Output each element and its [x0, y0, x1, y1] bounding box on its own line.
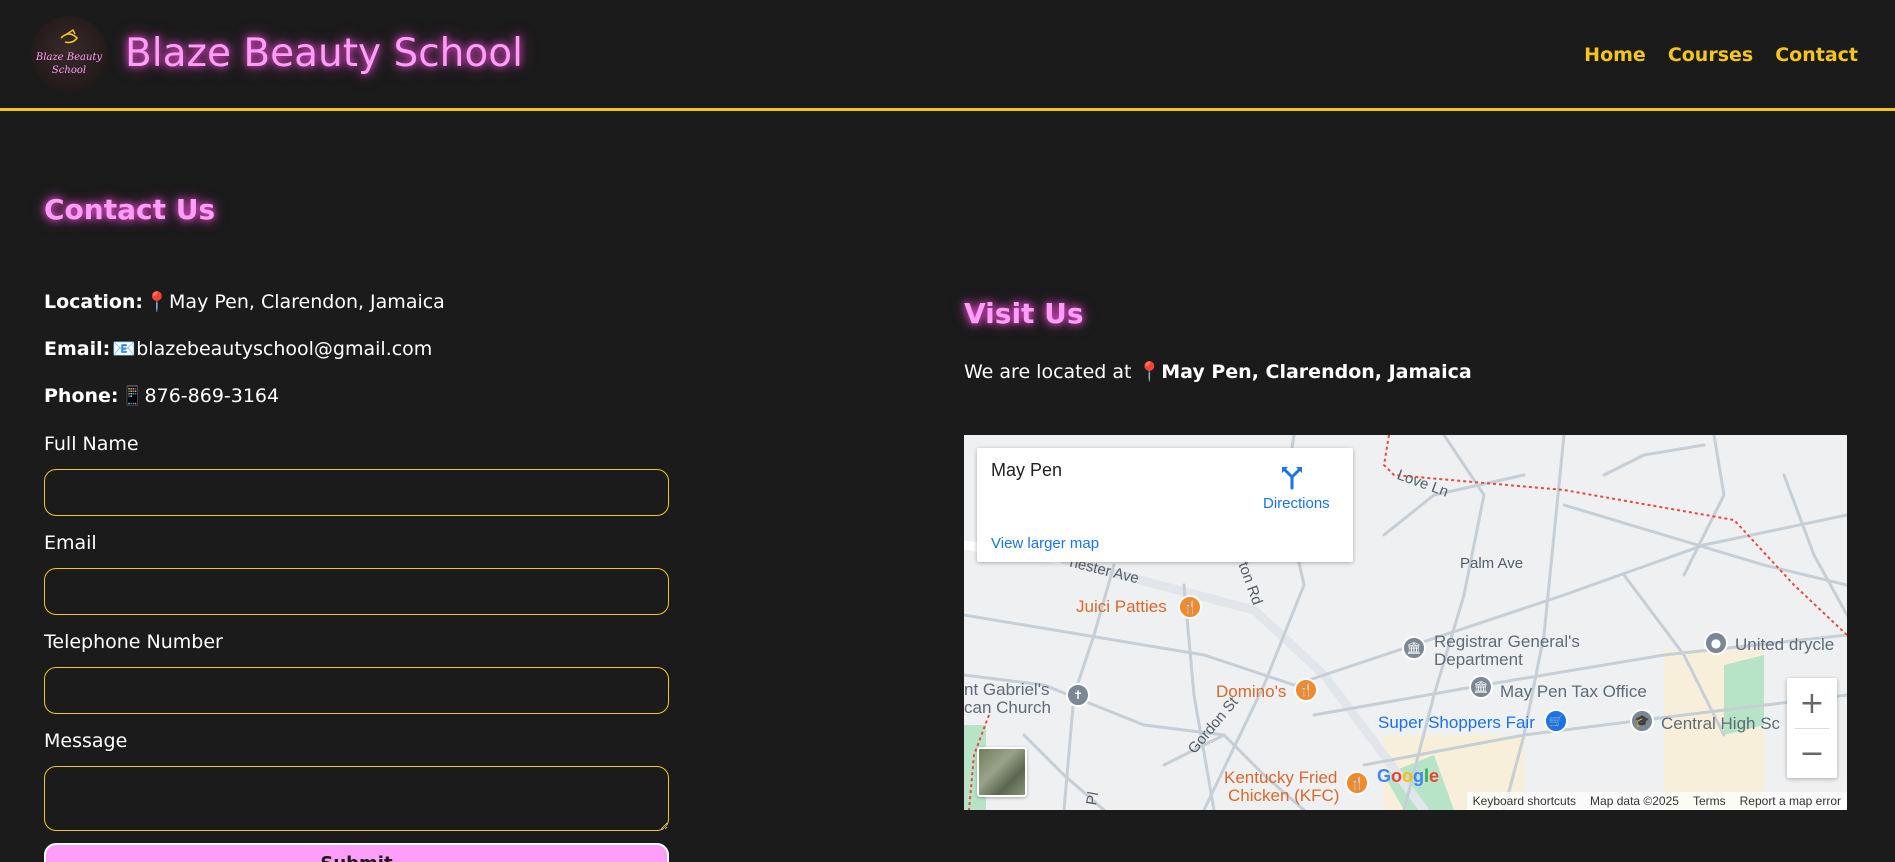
directions-link[interactable]: Directions — [1263, 495, 1330, 512]
report-map-error-link[interactable]: Report a map error — [1740, 794, 1841, 808]
phone-label: Phone: — [44, 385, 119, 407]
site-header: Blaze Beauty School Blaze Beauty School … — [0, 0, 1895, 111]
full-name-input[interactable] — [44, 469, 669, 516]
zoom-in-button[interactable]: + — [1787, 678, 1837, 728]
main-nav: Home Courses Contact — [1584, 44, 1858, 66]
phone-line: Phone: 📱876-869-3164 — [44, 384, 279, 407]
location-pin-icon[interactable]: ● — [1704, 631, 1728, 655]
svg-text:School: School — [52, 65, 86, 76]
phone-icon: 📱 — [120, 385, 145, 407]
map-data-text: Map data ©2025 — [1590, 794, 1679, 808]
location-value: May Pen, Clarendon, Jamaica — [169, 291, 445, 313]
poi-label-united[interactable]: United drycle — [1735, 635, 1834, 655]
location-line: Location: 📍May Pen, Clarendon, Jamaica — [44, 290, 445, 313]
google-logo: Google — [1377, 766, 1440, 786]
road-label-pl: Pl — [1083, 790, 1103, 807]
svg-text:Blaze Beauty: Blaze Beauty — [35, 52, 103, 63]
nav-courses-link[interactable]: Courses — [1668, 44, 1753, 66]
poi-label-registrar-line1[interactable]: Registrar General's — [1434, 632, 1580, 652]
embedded-map[interactable]: Love Ln Palm Ave hester Ave ton Rd Gordo… — [964, 435, 1847, 810]
poi-label-kfc-line2[interactable]: Chicken (KFC) — [1228, 786, 1339, 806]
brand-title[interactable]: Blaze Beauty School — [125, 31, 523, 76]
terms-link[interactable]: Terms — [1693, 794, 1726, 808]
government-pin-icon[interactable]: 🏛 — [1402, 636, 1426, 660]
keyboard-shortcuts-link[interactable]: Keyboard shortcuts — [1473, 794, 1576, 808]
pin-icon: 📍 — [145, 291, 169, 313]
church-pin-icon[interactable]: ✝ — [1066, 683, 1090, 707]
school-pin-icon[interactable]: 🎓 — [1630, 709, 1654, 733]
poi-label-tax-office[interactable]: May Pen Tax Office — [1500, 682, 1647, 702]
map-place-card: May Pen Directions View larger map — [977, 448, 1353, 562]
poi-label-registrar-line2[interactable]: Department — [1434, 650, 1523, 670]
restaurant-pin-icon[interactable]: 🍴 — [1178, 595, 1202, 619]
shopping-cart-pin-icon[interactable]: 🛒 — [1544, 709, 1568, 733]
telephone-input[interactable] — [44, 667, 669, 714]
map-attribution-bar: Keyboard shortcuts Map data ©2025 Terms … — [1466, 792, 1847, 810]
email-input[interactable] — [44, 568, 669, 615]
message-textarea[interactable] — [44, 766, 669, 831]
poi-label-gabriel-line2[interactable]: can Church — [964, 698, 1051, 718]
visit-prefix: We are located at — [964, 361, 1132, 383]
restaurant-pin-icon[interactable]: 🍴 — [1294, 678, 1318, 702]
email-field-label: Email — [44, 532, 97, 554]
submit-button[interactable]: Submit — [44, 843, 669, 862]
school-logo[interactable]: Blaze Beauty School — [31, 16, 107, 92]
visit-heading: Visit Us — [964, 297, 1084, 330]
satellite-toggle-button[interactable] — [977, 747, 1027, 797]
road-label-palm-ave: Palm Ave — [1460, 555, 1524, 572]
zoom-out-button[interactable]: − — [1787, 728, 1837, 778]
nav-home-link[interactable]: Home — [1584, 44, 1646, 66]
poi-label-kfc-line1[interactable]: Kentucky Fried — [1224, 768, 1337, 788]
map-place-name: May Pen — [991, 460, 1063, 480]
email-label: Email: — [44, 338, 111, 360]
poi-label-gabriel-line1[interactable]: nt Gabriel's — [964, 680, 1049, 700]
nav-contact-link[interactable]: Contact — [1775, 44, 1858, 66]
visit-location: May Pen, Clarendon, Jamaica — [1161, 361, 1472, 383]
email-line: Email: 📧blazebeautyschool@gmail.com — [44, 337, 432, 360]
restaurant-pin-icon[interactable]: 🍴 — [1345, 771, 1369, 795]
telephone-label: Telephone Number — [44, 631, 223, 653]
location-label: Location: — [44, 291, 144, 313]
directions-icon[interactable] — [1279, 464, 1305, 490]
poi-label-super-shoppers[interactable]: Super Shoppers Fair — [1378, 713, 1535, 733]
visit-text: We are located at 📍May Pen, Clarendon, J… — [964, 360, 1472, 383]
message-label: Message — [44, 730, 128, 752]
government-pin-icon[interactable]: 🏛 — [1469, 675, 1493, 699]
poi-label-juici-patties[interactable]: Juici Patties — [1076, 597, 1167, 617]
email-icon: 📧 — [112, 338, 136, 360]
phone-value: 876-869-3164 — [144, 385, 280, 407]
poi-label-dominos[interactable]: Domino's — [1216, 682, 1286, 702]
email-value: blazebeautyschool@gmail.com — [136, 338, 433, 360]
view-larger-map-link[interactable]: View larger map — [991, 535, 1099, 552]
zoom-controls: + − — [1787, 678, 1837, 778]
pin-icon: 📍 — [1137, 361, 1162, 383]
poi-label-central-high[interactable]: Central High Sc — [1661, 714, 1780, 734]
contact-heading: Contact Us — [44, 193, 216, 226]
full-name-label: Full Name — [44, 433, 139, 455]
